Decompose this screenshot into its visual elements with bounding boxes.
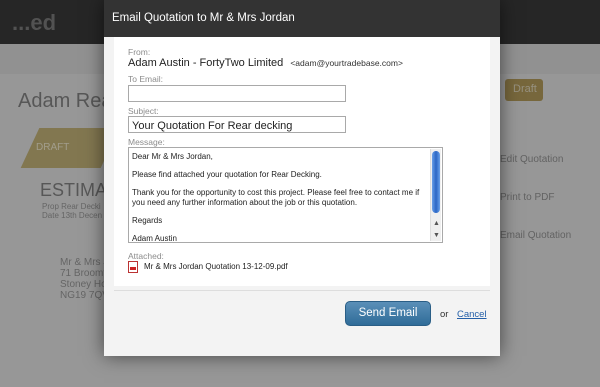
footer-divider: [114, 290, 490, 291]
from-email: <adam@yourtradebase.com>: [290, 58, 403, 68]
scroll-up-arrow-icon[interactable]: ▲: [431, 219, 442, 228]
message-scrollbar[interactable]: ▲ ▼: [430, 149, 441, 241]
message-line: Please find attached your quotation for …: [132, 170, 322, 179]
message-line: Dear Mr & Mrs Jordan,: [132, 152, 213, 161]
attachment-name[interactable]: Mr & Mrs Jordan Quotation 13-12-09.pdf: [144, 262, 288, 271]
message-line: Thank you for the opportunity to cost th…: [132, 188, 420, 207]
attached-label: Attached:: [128, 251, 164, 261]
from-name: Adam Austin - FortyTwo Limited: [128, 57, 284, 69]
message-text: Dear Mr & Mrs Jordan, Please find attach…: [132, 152, 424, 243]
to-email-input[interactable]: [128, 85, 346, 102]
subject-label: Subject:: [128, 106, 159, 116]
scrollbar-thumb[interactable]: [432, 151, 440, 213]
scroll-down-arrow-icon[interactable]: ▼: [431, 231, 442, 240]
from-label: From:: [128, 47, 151, 57]
pdf-file-icon: [128, 261, 138, 273]
cancel-link[interactable]: Cancel: [457, 309, 487, 320]
email-quotation-dialog: Email Quotation to Mr & Mrs Jordan From:…: [104, 0, 500, 356]
message-line: Adam Austin: [132, 233, 177, 243]
dialog-body: From: Adam Austin - FortyTwo Limited <ad…: [114, 37, 490, 286]
message-textarea[interactable]: Dear Mr & Mrs Jordan, Please find attach…: [128, 147, 443, 243]
or-text: or: [440, 309, 449, 320]
dialog-title: Email Quotation to Mr & Mrs Jordan: [104, 0, 500, 37]
subject-input[interactable]: [128, 116, 346, 133]
message-label: Message:: [128, 137, 165, 147]
message-line: Regards: [132, 215, 163, 225]
to-email-label: To Email:: [128, 74, 163, 84]
send-email-button[interactable]: Send Email: [345, 301, 431, 326]
from-line: Adam Austin - FortyTwo Limited <adam@you…: [128, 57, 403, 69]
